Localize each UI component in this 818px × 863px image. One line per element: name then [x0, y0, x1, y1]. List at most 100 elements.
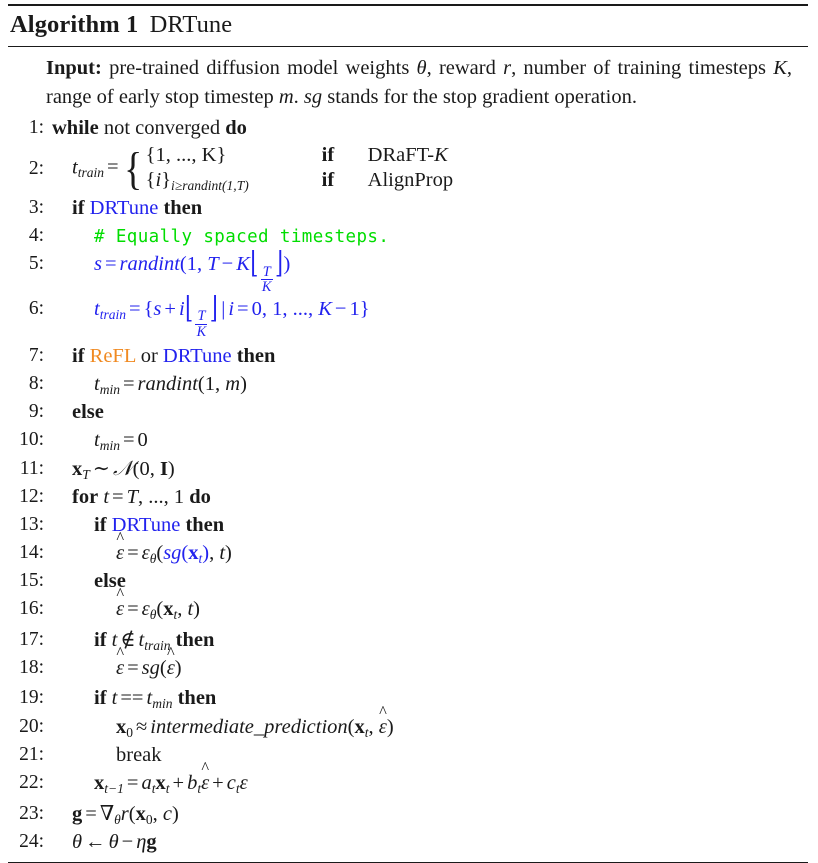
kw-then-7: then	[236, 344, 276, 367]
line-number-21: 21:	[19, 744, 44, 766]
line-number-6: 6:	[28, 298, 44, 319]
kw-or-7: or	[140, 344, 158, 367]
line-body-14: ε=εθ(sg(xt), t)	[50, 540, 808, 567]
algorithm-line-10: 10: tmin = 0	[8, 426, 808, 455]
fn-randint-8: randint	[137, 372, 198, 395]
comment-equally-spaced: # Equally spaced timesteps.	[94, 227, 390, 248]
line-number-4: 4:	[28, 225, 44, 247]
input-text-3: , number of training timesteps	[511, 57, 766, 80]
caption-number: 1	[126, 11, 139, 38]
input-text-2: , reward	[426, 57, 496, 80]
kw-if-13: if	[94, 514, 107, 536]
fn-sg-14: sg	[163, 541, 182, 564]
line-body-1: while not converged do	[50, 115, 808, 142]
line-body-4: # Equally spaced timesteps.	[50, 223, 808, 250]
line-body-21: break	[50, 742, 808, 769]
kw-break-21: break	[116, 744, 162, 767]
algorithm-line-9: 9: else	[8, 399, 808, 427]
input-symbol-theta: θ	[416, 57, 427, 80]
label-drtune-3: DRTune	[89, 197, 159, 220]
kw-if-19: if	[94, 687, 107, 710]
algorithm-line-19: 19: if t == tmin then	[8, 685, 808, 714]
input-text-6: stands for the stop gradient operation.	[327, 86, 637, 109]
input-symbol-r: r	[503, 57, 512, 80]
algorithm-line-15: 15: else	[8, 568, 808, 596]
kw-if-7: if	[72, 344, 85, 367]
line-body-19: if t == tmin then	[94, 687, 217, 711]
fn-sg-18: sg	[141, 657, 160, 680]
kw-do-12: do	[189, 486, 211, 509]
algorithm-line-4: 4: # Equally spaced timesteps.	[8, 223, 808, 251]
kw-if-3: if	[72, 197, 85, 220]
algorithm-line-23: 23: g = ∇θr(x0, c)	[8, 800, 808, 829]
line-number-18: 18:	[19, 657, 44, 679]
caption-rule-thin	[8, 46, 808, 48]
line-number-17: 17:	[19, 628, 44, 650]
input-label: Input:	[46, 57, 102, 80]
line-body-23: g = ∇θr(x0, c)	[72, 802, 179, 827]
algorithm-line-13: 13: if DRTune then	[8, 511, 808, 539]
kw-then-3: then	[163, 197, 203, 220]
kw-then-13: then	[185, 514, 225, 536]
algorithm-line-16: 16: ε=εθ(xt, t)	[8, 596, 808, 625]
kw-for-12: for	[72, 486, 99, 509]
kw-else-9: else	[72, 401, 104, 424]
line-body-24: θ ← θ − ηg	[72, 831, 157, 854]
label-drtune-7: DRTune	[162, 344, 232, 367]
fn-randint-5: randint	[119, 253, 180, 276]
line-body-12: for t = T, ..., 1 do	[72, 486, 211, 509]
cases-cond-draft: DRaFT-	[367, 144, 435, 166]
line-number-24: 24:	[19, 831, 44, 853]
line-number-9: 9:	[28, 401, 44, 423]
line-number-15: 15:	[19, 570, 44, 592]
text-not-converged: not converged	[103, 117, 221, 140]
kw-then-19: then	[177, 687, 217, 710]
line-number-19: 19:	[19, 687, 44, 709]
line-number-12: 12:	[19, 486, 44, 508]
kw-while: while	[52, 117, 99, 140]
input-text-1: pre-trained diffusion model weights	[109, 57, 410, 80]
line-number-5: 5:	[28, 253, 44, 275]
kw-then-17: then	[175, 628, 215, 651]
line-number-8: 8:	[28, 372, 44, 394]
line-body-20: x0≈intermediate_prediction(xt, ε)	[50, 714, 808, 741]
line-body-10: tmin = 0	[94, 429, 148, 453]
algorithm-line-2: 2: ttrain ={{1, ..., K} if DRaFT-K {i}i≥rand…	[8, 142, 808, 194]
algorithm-line-24: 24: θ ← θ − ηg	[8, 829, 808, 857]
line-body-16: ε=εθ(xt, t)	[50, 596, 808, 623]
algorithm-line-5: 5: s = randint(1, T − K⌊ T K ⌋)	[8, 248, 808, 296]
line-body-6: ttrain = {s + i⌊ T K ⌋ | i = 0, 1, ..., K −1}	[94, 292, 370, 341]
algorithm-line-17: 17: if t ∉ ttrain then	[8, 626, 808, 655]
kw-if-17: if	[94, 628, 107, 651]
line-number-1: 1:	[28, 117, 44, 139]
line-body-7: if ReFL or DRTune then	[50, 343, 808, 370]
line-number-23: 23:	[19, 802, 44, 824]
label-refl-7: ReFL	[89, 344, 136, 367]
line-body-5: s = randint(1, T − K⌊ T K ⌋)	[94, 248, 291, 296]
line-number-14: 14:	[19, 541, 44, 563]
line-number-10: 10:	[19, 429, 44, 451]
cases-row-1: {1, ..., K} if DRaFT-K	[145, 144, 448, 166]
algorithm-line-12: 12: for t = T, ..., 1 do	[8, 484, 808, 512]
line-body-3: if DRTune then	[50, 195, 808, 222]
algorithm-line-6: 6: ttrain = {s + i⌊ T K ⌋ | i = 0, 1, ..., K −1}	[8, 292, 808, 341]
line-number-11: 11:	[19, 457, 44, 479]
algorithm-line-22: 22: xt−1=atxt+btε+ctε	[8, 769, 808, 798]
caption-label: Algorithm	[10, 11, 120, 38]
algorithm-line-20: 20: x0≈intermediate_prediction(xt, ε)	[8, 713, 808, 742]
line-number-3: 3:	[28, 197, 44, 219]
algorithm-line-18: 18: ε=sg(ε)	[8, 655, 808, 683]
cases-if-2: if	[321, 169, 335, 191]
line-body-9: else	[50, 399, 808, 426]
line-number-22: 22:	[19, 772, 44, 794]
input-symbol-m: m	[278, 86, 294, 109]
line-body-13: if DRTune then	[50, 512, 808, 539]
cases-cond-alignprop: AlignProp	[367, 169, 454, 191]
line-body-8: tmin = randint(1, m)	[94, 372, 247, 397]
cases-brace: {	[123, 142, 142, 194]
line-body-22: xt−1=atxt+btε+ctε	[50, 770, 808, 797]
line-number-16: 16:	[19, 598, 44, 620]
cases-block: {{1, ..., K} if DRaFT-K {i}i≥randint(1,T) if…	[122, 142, 454, 194]
algorithm-line-7: 7: if ReFL or DRTune then	[8, 342, 808, 370]
line-number-13: 13:	[19, 514, 44, 535]
